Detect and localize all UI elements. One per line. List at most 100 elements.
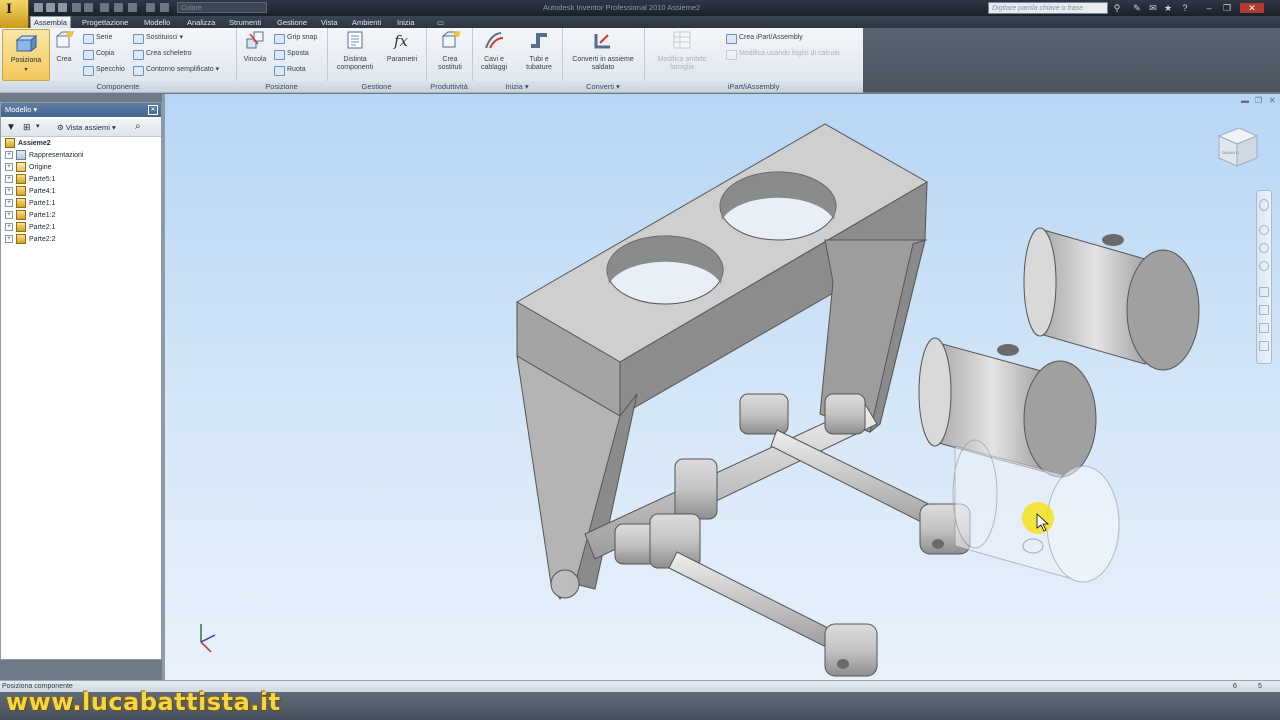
zoom-all-icon[interactable]: [1259, 287, 1269, 297]
restore-icon[interactable]: ❐: [1222, 3, 1232, 13]
vincola-button[interactable]: Vincola: [240, 30, 270, 64]
expand-icon[interactable]: +: [5, 187, 13, 196]
pan-icon[interactable]: [1259, 225, 1269, 235]
undo-icon[interactable]: [72, 3, 81, 12]
tab-progettazione[interactable]: Progettazione: [79, 17, 131, 28]
save-icon[interactable]: [58, 3, 67, 12]
steering-wheel-icon[interactable]: [1259, 199, 1269, 211]
serie-button[interactable]: Serie: [83, 32, 112, 44]
specchio-button[interactable]: Specchio: [83, 64, 125, 76]
expand-tree-icon[interactable]: ⊞: [23, 122, 31, 133]
crea-ipart-button[interactable]: Crea iPart/Assembly: [726, 32, 803, 44]
viewport-minimize-icon[interactable]: ▬: [1241, 96, 1249, 105]
tab-inizia[interactable]: Inizia: [394, 17, 418, 28]
grip-snap-icon: [274, 34, 285, 44]
converti-saldato-button[interactable]: Converti in assieme saldato: [565, 30, 641, 73]
window-title: Autodesk Inventor Professional 2010 Assi…: [543, 3, 701, 12]
crea-scheletro-button[interactable]: Crea scheletro: [133, 48, 192, 60]
tab-strumenti[interactable]: Strumenti: [226, 17, 264, 28]
tree-item-parte4-1[interactable]: + Parte4:1: [5, 186, 55, 198]
tools-icon[interactable]: ✎: [1132, 3, 1142, 13]
new-icon[interactable]: [34, 3, 43, 12]
material-icon[interactable]: [160, 3, 169, 12]
tree-item-parte5-1[interactable]: + Parte5:1: [5, 174, 55, 186]
contorno-semplificato-button[interactable]: Contorno semplificato ▾: [133, 64, 219, 76]
ribbon-collapse-icon[interactable]: ▭: [434, 17, 447, 28]
frame-part[interactable]: [516, 123, 928, 600]
browser-close-icon[interactable]: ✕: [148, 105, 158, 115]
connecting-rod-part-1[interactable]: [770, 429, 971, 555]
search-input[interactable]: Digitare parola chiave o frase: [988, 2, 1108, 14]
application-menu-button[interactable]: I: [0, 0, 29, 28]
expand-icon[interactable]: +: [5, 199, 13, 208]
tree-item-rappresentazioni[interactable]: + Rappresentazioni: [5, 150, 83, 162]
minimize-icon[interactable]: –: [1204, 3, 1214, 13]
assembly-model[interactable]: [165, 94, 1280, 680]
vista-assiemi-select[interactable]: ⚙ Vista assiemi ▾: [57, 123, 116, 132]
expand-icon[interactable]: +: [5, 211, 13, 220]
crea-sostituti-button[interactable]: Crea sostituti: [430, 30, 470, 73]
connecting-rod-part-2[interactable]: [668, 551, 878, 677]
expand-icon[interactable]: +: [5, 175, 13, 184]
expand-icon[interactable]: +: [5, 151, 13, 160]
tree-item-parte2-1[interactable]: + Parte2:1: [5, 222, 55, 234]
distinta-label-1: Distinta: [343, 55, 367, 63]
expand-icon[interactable]: +: [5, 223, 13, 232]
zoom-icon[interactable]: [1259, 243, 1269, 253]
help-icon[interactable]: ?: [1180, 3, 1190, 13]
modifica-foglio-button[interactable]: Modifica usando foglio di calcolo: [726, 48, 840, 60]
select-icon[interactable]: [146, 3, 155, 12]
zoom-window-icon[interactable]: [1259, 305, 1269, 315]
update-icon[interactable]: [128, 3, 137, 12]
piston-part-2[interactable]: [918, 337, 1097, 478]
ruota-button[interactable]: Ruota: [274, 64, 306, 76]
crea-sostituti-label-2: sostituti: [438, 64, 462, 71]
cavi-cablaggi-button[interactable]: Cavi e cablaggi: [476, 30, 512, 73]
tree-item-parte1-1[interactable]: + Parte1:1: [5, 198, 55, 210]
viewport-restore-icon[interactable]: ❐: [1255, 96, 1262, 105]
parametri-button[interactable]: fx Parametri: [383, 30, 421, 64]
tab-modello[interactable]: Modello: [141, 17, 173, 28]
color-select[interactable]: Colore: [177, 2, 267, 13]
binoculars-icon[interactable]: ⌕: [135, 121, 141, 132]
open-icon[interactable]: [46, 3, 55, 12]
sketch-icon[interactable]: [114, 3, 123, 12]
modifica-ambito-button[interactable]: Modifica ambito famiglia: [648, 30, 716, 73]
tab-ambienti[interactable]: Ambienti: [349, 17, 384, 28]
crea-button[interactable]: Crea: [52, 30, 76, 64]
communication-icon[interactable]: ✉: [1148, 3, 1158, 13]
viewcube[interactable]: DAVANTI: [1213, 124, 1263, 174]
tab-analizza[interactable]: Analizza: [184, 17, 218, 28]
chevron-down-icon[interactable]: ▾: [36, 122, 40, 130]
graphics-viewport[interactable]: DAVANTI ▬ ❐ ✕: [165, 94, 1280, 680]
copia-button[interactable]: Copia: [83, 48, 114, 60]
return-icon[interactable]: [100, 3, 109, 12]
piston-part-1[interactable]: [1023, 227, 1200, 371]
browser-header[interactable]: Modello ▾ ✕: [1, 103, 161, 117]
look-at-icon[interactable]: [1259, 323, 1269, 333]
expand-icon[interactable]: +: [5, 235, 13, 244]
distinta-componenti-button[interactable]: Distinta componenti: [331, 30, 379, 73]
tubi-tubature-button[interactable]: Tubi e tubature: [520, 30, 558, 73]
tree-item-parte2-2[interactable]: + Parte2:2: [5, 234, 55, 246]
tab-gestione[interactable]: Gestione: [274, 17, 310, 28]
crea-sostituti-label-1: Crea: [442, 55, 458, 63]
tree-item-origine[interactable]: + Origine: [5, 162, 52, 174]
filter-icon[interactable]: ▼: [6, 122, 16, 133]
tree-root-assembly[interactable]: Assieme2: [5, 138, 51, 150]
expand-icon[interactable]: +: [5, 163, 13, 172]
full-navigation-icon[interactable]: [1259, 341, 1269, 351]
sposta-button[interactable]: Sposta: [274, 48, 309, 60]
close-icon[interactable]: ✕: [1240, 3, 1264, 13]
redo-icon[interactable]: [84, 3, 93, 12]
posiziona-button[interactable]: Posiziona ▾: [2, 29, 50, 81]
binoculars-icon[interactable]: ⚲: [1112, 3, 1122, 13]
tab-vista[interactable]: Vista: [318, 17, 341, 28]
tree-item-parte1-2[interactable]: + Parte1:2: [5, 210, 55, 222]
grip-snap-button[interactable]: Grip snap: [274, 32, 317, 44]
viewport-close-icon[interactable]: ✕: [1269, 96, 1276, 105]
sostituisci-button[interactable]: Sostituisci ▾: [133, 32, 183, 44]
favorites-icon[interactable]: ★: [1163, 3, 1173, 13]
tree-item-label: Origine: [29, 164, 52, 171]
orbit-icon[interactable]: [1259, 261, 1269, 271]
